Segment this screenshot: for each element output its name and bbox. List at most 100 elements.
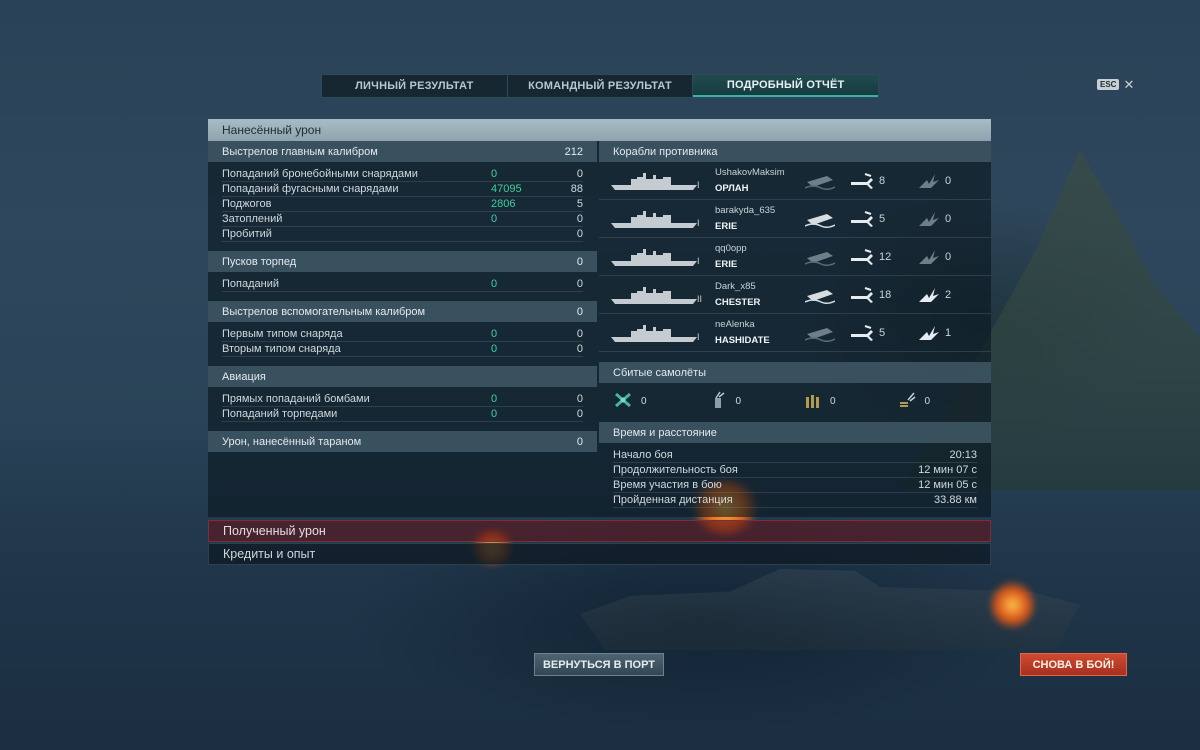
stat-damage: 0 <box>491 328 498 340</box>
ram-damage-header: Урон, нанесённый тараном 0 <box>208 431 597 452</box>
plane-stat: 0 <box>802 391 897 412</box>
enemy-ship-row: strekozecc <box>599 352 991 362</box>
module-destroyed-icon <box>911 323 945 343</box>
ship-info: UshakovMaksim ОРЛАН <box>715 167 803 194</box>
tab-team-result[interactable]: КОМАНДНЫЙ РЕЗУЛЬТАТ <box>508 75 694 97</box>
section-title: Выстрелов вспомогательным калибром <box>222 305 426 318</box>
stat-label: Пройденная дистанция <box>613 494 733 506</box>
stat-row: Затоплений 0 0 <box>222 212 583 227</box>
return-to-port-button[interactable]: ВЕРНУТЬСЯ В ПОРТ <box>534 653 664 676</box>
stat-row: Поджогов 2806 5 <box>222 197 583 212</box>
fighter-plane-icon <box>613 391 633 412</box>
stat-label: Первым типом снаряда <box>222 328 343 340</box>
shell-hit-icon <box>845 361 879 363</box>
shell-hit-icon <box>845 171 879 191</box>
enemy-ships-list[interactable]: I UshakovMaksim ОРЛАН 8 0 Ibarakyda_635 ERIE 5 0… <box>599 162 991 362</box>
stat-row: Продолжительность боя 12 мин 07 с <box>613 463 977 478</box>
stat-label: Вторым типом снаряда <box>222 343 341 355</box>
ship-silhouette-icon <box>609 169 701 193</box>
battle-again-button[interactable]: СНОВА В БОЙ! <box>1020 653 1127 676</box>
section-title: Сбитые самолёты <box>613 366 707 379</box>
anti-air-gun-icon <box>708 391 728 412</box>
stat-label: Попаданий фугасными снарядами <box>222 183 399 195</box>
stat-value: 12 мин 07 с <box>918 464 977 476</box>
secondary-battery-header: Выстрелов вспомогательным калибром 0 <box>208 301 597 322</box>
stat-damage: 2806 <box>491 198 516 210</box>
module-destroyed-icon <box>911 209 945 229</box>
stat-count: 0 <box>576 278 583 290</box>
stat-row: Вторым типом снаряда 0 0 <box>222 342 583 357</box>
secondary-battery-rows: Первым типом снаряда 0 0 Вторым типом снар… <box>208 322 597 363</box>
stat-row: Попаданий торпедами 0 0 <box>222 407 583 422</box>
shell-hit-icon <box>845 209 879 229</box>
destroyed-value: 0 <box>945 174 952 187</box>
ship-info: barakyda_635 ERIE <box>715 205 803 232</box>
stat-label: Время участия в бою <box>613 479 722 491</box>
received-damage-section[interactable]: Полученный урон <box>208 520 991 542</box>
stat-label: Поджогов <box>222 198 272 210</box>
player-name: UshakovMaksim <box>715 167 785 178</box>
ship-info: qq0opp ERIE <box>715 243 803 270</box>
stat-label: Попаданий торпедами <box>222 408 338 420</box>
ship-sunk-icon <box>803 209 837 229</box>
ship-name: CHESTER <box>715 297 761 308</box>
stat-damage: 0 <box>491 213 498 225</box>
section-value: 0 <box>576 435 583 448</box>
shell-hit-icon <box>845 247 879 267</box>
credits-xp-section[interactable]: Кредиты и опыт <box>208 543 991 565</box>
plane-stat-value: 0 <box>641 395 647 407</box>
ship-silhouette-icon <box>609 245 701 269</box>
stat-damage: 0 <box>491 168 498 180</box>
anti-air-battery-icon <box>802 391 822 412</box>
ship-name: ERIE <box>715 221 738 232</box>
main-battery-rows: Попаданий бронебойными снарядами 0 0 Попад… <box>208 162 597 248</box>
stat-label: Начало боя <box>613 449 673 461</box>
plane-stat-value: 0 <box>735 395 742 407</box>
tab-detailed-report[interactable]: ПОДРОБНЫЙ ОТЧЁТ <box>693 75 879 97</box>
player-name: neAlenka <box>715 319 755 330</box>
ship-sunk-icon <box>803 247 837 267</box>
section-value: 212 <box>564 145 583 158</box>
close-button[interactable]: ESC ✕ <box>1097 78 1134 91</box>
stat-value: 20:13 <box>949 449 977 461</box>
damage-dealt-header[interactable]: Нанесённый урон <box>208 119 991 141</box>
time-distance-header: Время и расстояние <box>599 422 991 443</box>
stat-count: 0 <box>576 213 583 225</box>
ship-name: ERIE <box>715 259 738 270</box>
stat-row: Пробитий 0 <box>222 227 583 242</box>
section-value: 0 <box>576 305 583 318</box>
aviation-rows: Прямых попаданий бомбами 0 0 Попаданий тор… <box>208 387 597 428</box>
stat-count: 0 <box>576 328 583 340</box>
stat-row: Время участия в бою 12 мин 05 с <box>613 478 977 493</box>
stat-row: Попаданий бронебойными снарядами 0 0 <box>222 167 583 182</box>
destroyed-value: 1 <box>945 326 952 339</box>
ship-silhouette-icon <box>609 321 701 345</box>
stat-count: 0 <box>576 408 583 420</box>
stat-label: Пробитий <box>222 228 272 240</box>
torpedoes-header: Пусков торпед 0 <box>208 251 597 272</box>
plane-stat: 0 <box>708 391 803 412</box>
stat-row: Попаданий фугасными снарядами 47095 88 <box>222 182 583 197</box>
stat-row: Начало боя 20:13 <box>613 448 977 463</box>
section-title: Корабли противника <box>613 145 718 158</box>
destroyed-value: 0 <box>945 250 952 263</box>
ship-silhouette-icon <box>609 359 701 363</box>
module-destroyed-icon <box>911 285 945 305</box>
stat-count: 0 <box>576 343 583 355</box>
hits-value: 12 <box>879 250 892 263</box>
tab-personal-result[interactable]: ЛИЧНЫЙ РЕЗУЛЬТАТ <box>322 75 508 97</box>
player-name: Dark_x85 <box>715 281 756 292</box>
stat-row: Пройденная дистанция 33.88 км <box>613 493 977 508</box>
stat-count: 88 <box>570 183 583 195</box>
ship-tier: I <box>697 332 700 342</box>
ship-info: Dark_x85 CHESTER <box>715 281 803 308</box>
ship-sunk-icon <box>803 285 837 305</box>
enemy-column: Корабли противника I UshakovMaksim ОРЛАН 8 0… <box>599 141 991 514</box>
planes-shot-down-row: 0 0 0 0 <box>599 383 991 419</box>
destroyed-value: 2 <box>945 288 952 301</box>
ship-tier: II <box>697 294 703 304</box>
plane-stat: 0 <box>897 391 992 412</box>
aviation-header: Авиация <box>208 366 597 387</box>
ship-silhouette-icon <box>609 283 701 307</box>
stat-count: 0 <box>576 228 583 240</box>
